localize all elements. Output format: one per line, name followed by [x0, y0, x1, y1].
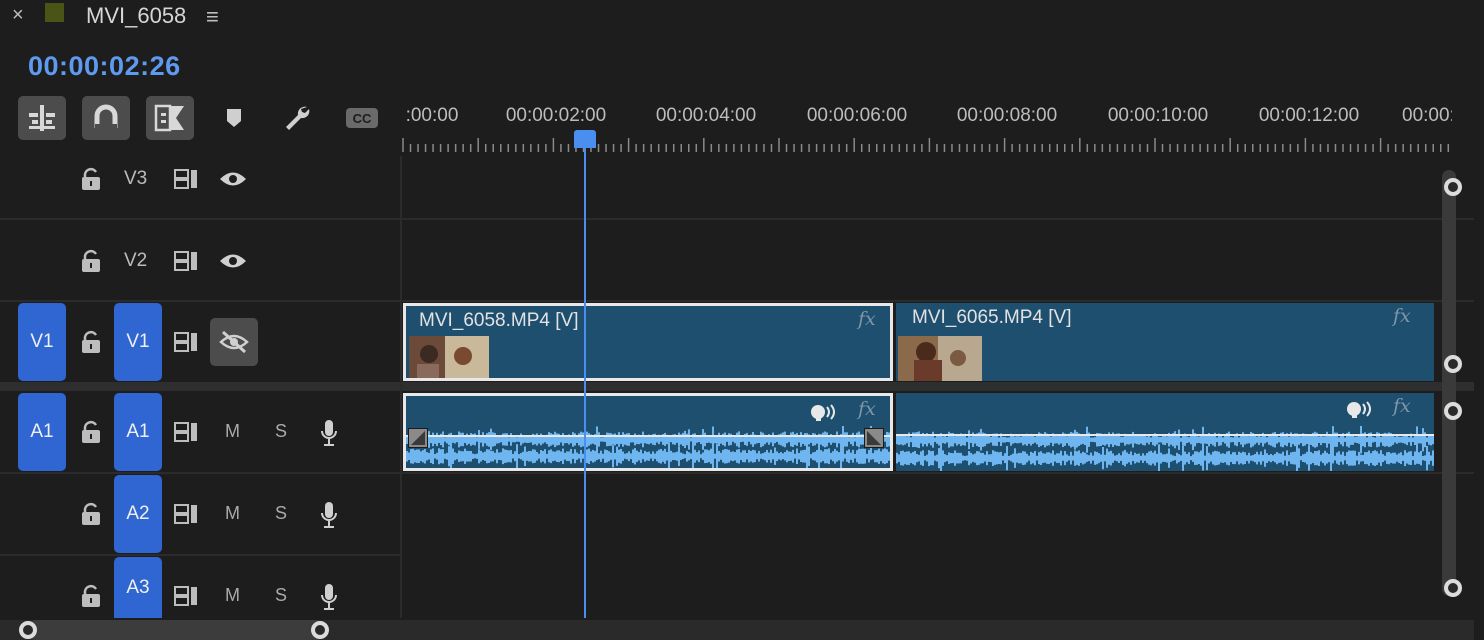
sync-lock-icon[interactable] [172, 248, 200, 274]
track-lock-icon[interactable] [78, 419, 104, 445]
audio-speaker-icon [810, 402, 836, 422]
ruler-label: 00:00:10:00 [1107, 105, 1209, 126]
video-zoom-handle-top[interactable] [1444, 178, 1462, 196]
ruler-label: 00:00:12:00 [1258, 105, 1360, 126]
audio-speaker-icon [1346, 399, 1372, 419]
solo-button[interactable]: S [275, 503, 287, 524]
sync-lock-icon[interactable] [172, 583, 200, 609]
ruler-label: 00:00:06:00 [806, 105, 908, 126]
captions-button[interactable]: CC [338, 96, 386, 140]
eye-visible-icon[interactable] [218, 166, 248, 192]
add-marker-icon [227, 109, 241, 127]
captions-cc-icon: CC [346, 108, 378, 128]
track-target-a3[interactable]: A3 [114, 557, 162, 618]
clip-thumbnail [409, 336, 489, 378]
ruler-ticks [402, 138, 1450, 152]
mute-button[interactable]: M [225, 585, 240, 606]
eye-hidden-icon[interactable] [210, 318, 258, 366]
playhead-timecode[interactable]: 00:00:02:26 [28, 51, 181, 82]
nest-sequence-icon [29, 105, 55, 131]
close-sequence-button[interactable]: × [12, 4, 24, 27]
track-target-v1[interactable]: V1 [114, 303, 162, 381]
vertical-scrollbar[interactable] [1442, 170, 1456, 596]
zoom-handle-right[interactable] [311, 621, 329, 639]
playhead-line[interactable] [584, 148, 586, 618]
source-patch-v1[interactable]: V1 [18, 303, 66, 381]
track-lock-icon[interactable] [78, 329, 104, 355]
sequence-tab-title[interactable]: MVI_6058 [86, 3, 186, 29]
horizontal-scroll-thumb[interactable] [26, 620, 326, 640]
add-marker-button[interactable] [210, 96, 258, 140]
video-clip[interactable]: MVI_6065.MP4 [V] fx [896, 303, 1434, 381]
playhead-handle[interactable] [574, 130, 596, 148]
audio-zoom-handle-bottom[interactable] [1444, 579, 1462, 597]
ruler-label: 00:00:0 [1402, 105, 1452, 126]
track-lock-icon[interactable] [78, 248, 104, 274]
nest-sequence-button[interactable] [18, 96, 66, 140]
timeline-settings-button[interactable] [274, 96, 322, 140]
video-zoom-handle-bottom[interactable] [1444, 355, 1462, 373]
sync-lock-icon[interactable] [172, 329, 200, 355]
linked-selection-button[interactable] [146, 96, 194, 140]
clip-title: MVI_6065.MP4 [V] [912, 307, 1072, 328]
audio-clip[interactable]: fx [403, 393, 893, 471]
mute-button[interactable]: M [225, 503, 240, 524]
linked-selection-icon [154, 104, 184, 132]
sync-lock-icon[interactable] [172, 501, 200, 527]
ruler-label: :00:00 [405, 105, 459, 126]
audio-clip[interactable]: fx [896, 393, 1434, 471]
source-patch-a1[interactable]: A1 [18, 393, 66, 471]
voiceover-mic-icon[interactable] [318, 582, 340, 612]
track-name-v3[interactable]: V3 [124, 168, 147, 190]
ruler-label: 00:00:02:00 [505, 105, 607, 126]
video-clip[interactable]: MVI_6058.MP4 [V] fx [403, 303, 893, 381]
track-name-v2[interactable]: V2 [124, 250, 147, 272]
time-ruler[interactable]: :00:00 00:00:02:00 00:00:04:00 00:00:06:… [402, 96, 1452, 156]
clip-title: MVI_6058.MP4 [V] [419, 310, 579, 331]
sync-lock-icon[interactable] [172, 166, 200, 192]
audio-transition-handle[interactable] [408, 428, 428, 448]
fx-badge-icon[interactable]: fx [1393, 395, 1411, 417]
solo-button[interactable]: S [275, 585, 287, 606]
track-lock-icon[interactable] [78, 583, 104, 609]
fx-badge-icon[interactable]: fx [858, 398, 876, 420]
track-target-a2[interactable]: A2 [114, 475, 162, 553]
solo-button[interactable]: S [275, 421, 287, 442]
clip-thumbnail [898, 336, 982, 381]
fx-badge-icon[interactable]: fx [858, 308, 876, 330]
track-lock-icon[interactable] [78, 166, 104, 192]
snap-magnet-icon [94, 104, 118, 129]
ruler-label: 00:00:04:00 [655, 105, 757, 126]
svg-text:CC: CC [353, 111, 372, 126]
track-lock-icon[interactable] [78, 501, 104, 527]
ruler-label: 00:00:08:00 [956, 105, 1058, 126]
audio-zoom-handle-top[interactable] [1444, 402, 1462, 420]
sequence-color-swatch [45, 3, 64, 22]
voiceover-mic-icon[interactable] [318, 418, 340, 448]
audio-transition-handle[interactable] [864, 428, 884, 448]
audio-waveform [896, 425, 1434, 471]
audio-waveform [406, 426, 890, 468]
track-target-a1[interactable]: A1 [114, 393, 162, 471]
panel-menu-icon[interactable]: ≡ [206, 4, 219, 30]
sync-lock-icon[interactable] [172, 419, 200, 445]
eye-visible-icon[interactable] [218, 248, 248, 274]
voiceover-mic-icon[interactable] [318, 500, 340, 530]
timeline-settings-wrench-icon [286, 106, 310, 130]
snap-button[interactable] [82, 96, 130, 140]
mute-button[interactable]: M [225, 421, 240, 442]
video-audio-divider[interactable] [0, 382, 1474, 391]
header-separator [400, 156, 402, 618]
fx-badge-icon[interactable]: fx [1393, 305, 1411, 327]
zoom-handle-left[interactable] [19, 621, 37, 639]
